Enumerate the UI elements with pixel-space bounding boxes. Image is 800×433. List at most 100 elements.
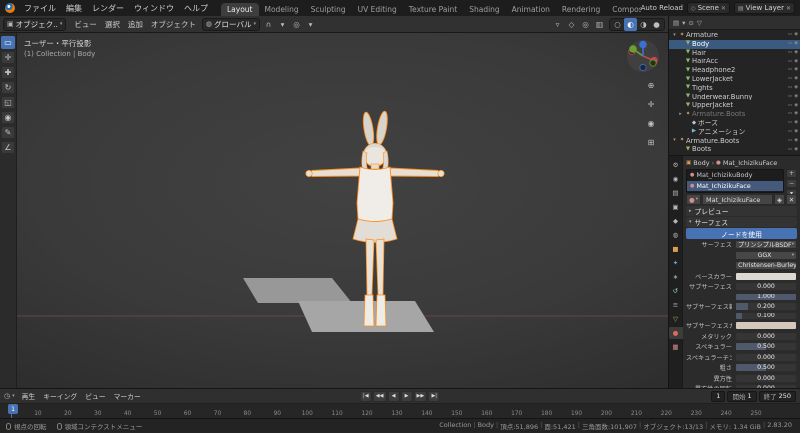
properties-tab-physics[interactable]: ↺ [669, 285, 683, 297]
timeline-menu[interactable]: ビュー [82, 390, 108, 402]
disable-render-icon[interactable]: ◉ [794, 77, 798, 82]
viewport-menu[interactable]: オブジェクト [147, 18, 200, 31]
outliner-item[interactable]: ▼Underwear.Bunny▭◉ [669, 93, 800, 102]
view-layer-selector[interactable]: ▤ View Layer ✕ [734, 2, 795, 14]
show-overlays-icon[interactable]: ◎ [579, 18, 592, 31]
annotate-tool[interactable]: ✎ [1, 126, 15, 139]
properties-tab-modifiers[interactable]: ✦ [669, 257, 683, 269]
number-slider[interactable]: 0.000 [735, 282, 797, 291]
hide-viewport-icon[interactable]: ▭ [788, 95, 792, 100]
search-icon[interactable]: ⊙ [688, 19, 693, 27]
floor-plane-1[interactable] [243, 278, 352, 303]
timeline-menu[interactable]: 再生 [19, 390, 39, 402]
toggle-projection-icon[interactable]: ⊞ [645, 136, 657, 148]
outliner-item[interactable]: ▼HairAcc▭◉ [669, 57, 800, 66]
add-slot-button[interactable]: + [786, 169, 797, 178]
workspace-tab[interactable]: Sculpting [305, 3, 352, 16]
viewport-menu[interactable]: ビュー [70, 18, 101, 31]
disable-render-icon[interactable]: ◉ [794, 95, 798, 100]
number-slider[interactable]: 0.200 [735, 302, 797, 311]
axis-y-negative-handle[interactable] [650, 60, 656, 66]
prev-keyframe-button[interactable]: ◀◀ [373, 391, 387, 402]
hide-viewport-icon[interactable]: ▭ [788, 139, 792, 144]
blender-logo-icon[interactable] [5, 3, 15, 13]
use-nodes-button[interactable]: ノードを使用 [686, 228, 797, 239]
hide-viewport-icon[interactable]: ▭ [788, 86, 792, 91]
outliner-item[interactable]: ◆ポーズ▭◉ [669, 119, 800, 128]
disable-render-icon[interactable]: ◉ [794, 121, 798, 126]
timeline-menu[interactable]: キーイング [40, 390, 80, 402]
show-gizmos-icon[interactable]: ◇ [565, 18, 578, 31]
menubar-menu[interactable]: 編集 [61, 2, 87, 15]
zoom-icon[interactable]: ⊕ [645, 79, 657, 91]
properties-tab-object[interactable]: ■ [669, 243, 683, 255]
disable-render-icon[interactable]: ◉ [794, 139, 798, 144]
unlink-material-button[interactable]: ✕ [786, 194, 797, 205]
move-tool[interactable]: ✚ [1, 66, 15, 79]
proportional-edit-icon[interactable]: ◎ [290, 18, 303, 31]
disable-render-icon[interactable]: ◉ [794, 33, 798, 38]
timeline-ruler[interactable]: 1020304050607080901001101201301401501601… [0, 404, 800, 418]
properties-tab-constraints[interactable]: ≡ [669, 299, 683, 311]
transform-tool[interactable]: ◉ [1, 111, 15, 124]
x-ray-toggle-icon[interactable]: ▥ [593, 18, 606, 31]
workspace-tab[interactable]: Rendering [556, 3, 606, 16]
outliner-item[interactable]: ▼UpperJacket▭◉ [669, 101, 800, 110]
outliner-item[interactable]: ▼LowerJacket▭◉ [669, 75, 800, 84]
disable-render-icon[interactable]: ◉ [794, 86, 798, 91]
rotate-tool[interactable]: ↻ [1, 81, 15, 94]
outliner-item[interactable]: ▾✦Armature.Boots▭◉ [669, 137, 800, 146]
shading-rendered-icon[interactable]: ● [650, 18, 663, 31]
number-slider[interactable]: 0.000 [735, 384, 797, 388]
properties-tab-tool[interactable]: ⚙ [669, 159, 683, 171]
hide-viewport-icon[interactable]: ▭ [788, 68, 792, 73]
field-dropdown[interactable]: GGX▾ [735, 251, 797, 260]
next-keyframe-button[interactable]: ▶▶ [414, 391, 428, 402]
hide-viewport-icon[interactable]: ▭ [788, 60, 792, 65]
outliner-item[interactable]: ▾✦Armature▭◉ [669, 31, 800, 40]
jump-to-end-button[interactable]: ▶| [428, 391, 440, 402]
auto-reload-label[interactable]: Auto Reload [641, 4, 683, 12]
properties-tab-object-data[interactable]: ▽ [669, 313, 683, 325]
hide-viewport-icon[interactable]: ▭ [788, 77, 792, 82]
disclosure-caret-icon[interactable]: ▸ [677, 112, 684, 117]
workspace-tab[interactable]: Texture Paint [403, 3, 463, 16]
shading-wireframe-icon[interactable]: ○ [611, 18, 624, 31]
hide-viewport-icon[interactable]: ▭ [788, 42, 792, 47]
disable-render-icon[interactable]: ◉ [794, 51, 798, 56]
disable-render-icon[interactable]: ◉ [794, 148, 798, 153]
menubar-menu[interactable]: レンダー [87, 2, 129, 15]
breadcrumb-object[interactable]: Body [693, 159, 709, 167]
object-type-visibility-icon[interactable]: ▿ [551, 18, 564, 31]
display-mode-caret-icon[interactable]: ▾ [682, 19, 685, 27]
browse-material-button[interactable]: ● ▾ [686, 194, 701, 205]
properties-tab-world[interactable]: ◍ [669, 229, 683, 241]
workspace-tab[interactable]: UV Editing [352, 3, 403, 16]
mode-selector[interactable]: ▣ オブジェク.. ▾ [3, 18, 66, 31]
properties-tab-output[interactable]: ▤ [669, 187, 683, 199]
remove-view-layer-icon[interactable]: ✕ [786, 5, 791, 12]
number-slider[interactable]: 0.000 [735, 332, 797, 341]
hide-viewport-icon[interactable]: ▭ [788, 130, 792, 135]
disable-render-icon[interactable]: ◉ [794, 60, 798, 65]
jump-to-start-button[interactable]: |◀ [360, 391, 372, 402]
fake-user-button[interactable]: ◈ [774, 194, 785, 205]
hide-viewport-icon[interactable]: ▭ [788, 148, 792, 153]
disable-render-icon[interactable]: ◉ [794, 68, 798, 73]
measure-tool[interactable]: ∠ [1, 141, 15, 154]
properties-tab-render[interactable]: ◉ [669, 173, 683, 185]
snap-options-icon[interactable]: ▾ [276, 18, 289, 31]
disclosure-caret-icon[interactable]: ▾ [671, 138, 678, 143]
scale-tool[interactable]: ◱ [1, 96, 15, 109]
axis-z-negative-handle[interactable] [640, 64, 646, 70]
frame-end-field[interactable]: 終了 250 [759, 391, 796, 402]
properties-tab-scene[interactable]: ◆ [669, 215, 683, 227]
color-swatch[interactable] [735, 321, 797, 330]
outliner-item[interactable]: ▸✦Armature.Boots▭◉ [669, 110, 800, 119]
snap-magnet-icon[interactable]: ∩ [262, 18, 275, 31]
surface-section-header[interactable]: ▾ サーフェス [686, 217, 797, 227]
editor-type-button[interactable]: ◷ ▾ [4, 392, 15, 400]
workspace-tab[interactable]: Compositing [606, 3, 640, 16]
outliner-item[interactable]: ▼Headphone2▭◉ [669, 66, 800, 75]
outliner-item[interactable]: ▼Boots▭◉ [669, 145, 800, 154]
